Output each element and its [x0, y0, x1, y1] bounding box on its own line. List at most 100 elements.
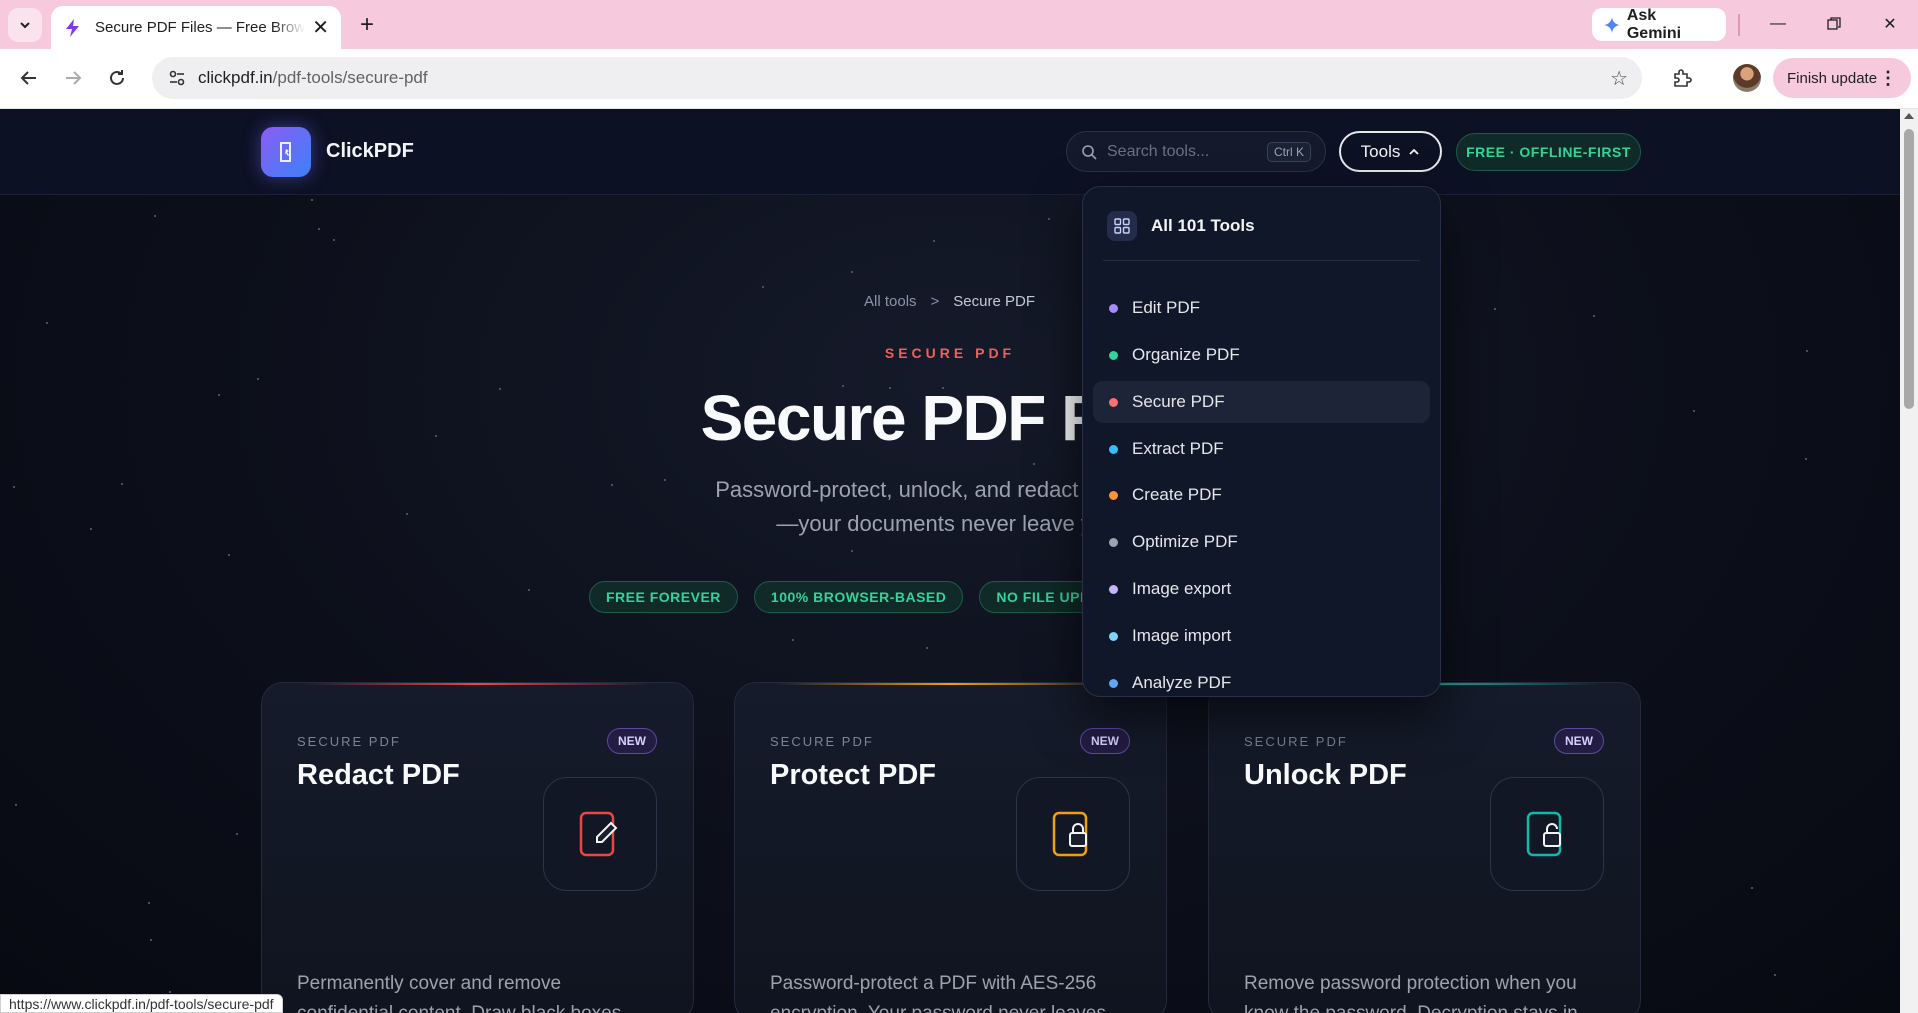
bookmark-star-icon[interactable]: ☆ [1610, 66, 1628, 91]
logo-wordmark[interactable]: ClickPDF [326, 140, 414, 163]
card-category: SECURE PDF [770, 734, 874, 749]
breadcrumb-all-tools[interactable]: All tools [864, 293, 917, 310]
menu-item-analyze-pdf[interactable]: Analyze PDF [1093, 662, 1430, 704]
avatar[interactable] [1733, 64, 1761, 92]
star-dot [333, 239, 335, 241]
menu-item-label: Image export [1132, 579, 1232, 598]
page-scrollbar[interactable] [1900, 109, 1918, 1013]
card-icon-box [543, 777, 657, 891]
breadcrumb: All tools > Secure PDF [864, 293, 1035, 310]
category-dot [1109, 490, 1118, 500]
menu-item-image-export[interactable]: Image export [1093, 568, 1430, 610]
forward-arrow-icon[interactable] [56, 61, 90, 95]
grid-icon [1107, 211, 1137, 241]
star-dot [15, 804, 17, 806]
menu-item-label: Create PDF [1132, 485, 1222, 504]
chevron-down-icon [20, 22, 30, 29]
category-dot [1109, 537, 1118, 547]
url-host: clickpdf.in [198, 68, 273, 87]
search-icon [1082, 144, 1097, 160]
card-accent-line [302, 683, 653, 685]
star-dot [1033, 463, 1035, 465]
tab-strip: Secure PDF Files — Free Browser PDF Tool… [0, 0, 1918, 49]
star-dot [926, 647, 928, 649]
card-description: Permanently cover and remove confidentia… [297, 973, 640, 1013]
restore-icon[interactable] [1814, 8, 1854, 40]
lightning-favicon-icon [66, 18, 79, 37]
tools-label: Tools [1360, 141, 1401, 161]
redact-icon [579, 811, 618, 857]
menu-item-create-pdf[interactable]: Create PDF [1093, 474, 1430, 516]
search-tools-input[interactable]: Search tools... Ctrl K [1066, 131, 1326, 172]
star-dot [148, 902, 150, 904]
menu-item-edit-pdf[interactable]: Edit PDF [1093, 287, 1430, 329]
scroll-up-icon[interactable] [1904, 113, 1914, 119]
page-viewport: ClickPDF Search tools... Ctrl K Tools FR… [0, 109, 1900, 1013]
offline-first-badge: FREE · OFFLINE-FIRST [1456, 133, 1641, 171]
star-dot [1494, 308, 1496, 310]
menu-item-image-import[interactable]: Image import [1093, 615, 1430, 657]
reload-icon[interactable] [100, 61, 134, 95]
extensions-puzzle-icon[interactable] [1665, 61, 1699, 95]
card-accent-line [775, 683, 1126, 685]
card-category: SECURE PDF [297, 734, 401, 749]
tab-search-button[interactable] [8, 8, 42, 42]
menu-item-label: Secure PDF [1132, 392, 1225, 411]
minimize-icon[interactable]: — [1758, 8, 1798, 40]
star-dot [150, 939, 152, 941]
menu-item-label: Edit PDF [1132, 298, 1201, 317]
star-dot [228, 554, 230, 556]
star-dot [236, 833, 238, 835]
star-dot [311, 199, 313, 201]
search-placeholder: Search tools... [1107, 142, 1210, 160]
active-tab[interactable]: Secure PDF Files — Free Browser PDF Tool… [51, 6, 341, 49]
card-description: Password-protect a PDF with AES-256 encr… [770, 973, 1106, 1013]
tool-card-redact[interactable]: SECURE PDF NEW Redact PDF Permanently co… [261, 682, 694, 1013]
new-badge: NEW [607, 728, 657, 754]
window-close-icon[interactable]: ✕ [1870, 8, 1910, 40]
lock-icon [1052, 811, 1088, 857]
site-settings-icon[interactable] [166, 67, 188, 89]
divider [1738, 14, 1740, 36]
category-dot [1109, 584, 1118, 594]
gemini-sparkle-icon [1604, 16, 1620, 33]
ask-gemini-button[interactable]: Ask Gemini [1592, 6, 1726, 42]
star-dot [851, 550, 853, 552]
finish-update-button[interactable]: Finish update ⋮ [1773, 58, 1911, 98]
tools-menu-button[interactable]: Tools [1339, 131, 1442, 172]
star-dot [257, 378, 259, 380]
star-dot [1048, 218, 1050, 220]
star-dot [90, 528, 92, 530]
menu-item-label: Analyze PDF [1132, 673, 1232, 692]
back-arrow-icon[interactable] [12, 61, 46, 95]
star-dot [169, 991, 171, 993]
star-dot [121, 483, 123, 485]
ask-gemini-label: Ask Gemini [1626, 6, 1682, 42]
new-badge: NEW [1554, 728, 1604, 754]
star-dot [154, 215, 156, 217]
menu-item-all-tools[interactable]: All 101 Tools [1107, 209, 1420, 243]
card-title: Unlock PDF [1244, 759, 1407, 791]
card-description: Remove password protection when you know… [1244, 973, 1578, 1013]
clickpdf-logo[interactable] [261, 127, 311, 177]
menu-item-secure-pdf[interactable]: Secure PDF [1093, 381, 1430, 423]
all-tools-label: All 101 Tools [1151, 216, 1255, 235]
menu-item-organize-pdf[interactable]: Organize PDF [1093, 334, 1430, 376]
scroll-thumb[interactable] [1904, 129, 1914, 409]
category-dot [1109, 631, 1118, 641]
menu-item-optimize-pdf[interactable]: Optimize PDF [1093, 521, 1430, 563]
menu-item-extract-pdf[interactable]: Extract PDF [1093, 428, 1430, 470]
menu-item-label: Extract PDF [1132, 439, 1224, 458]
close-icon[interactable]: ✕ [312, 18, 329, 38]
menu-item-label: Optimize PDF [1132, 532, 1238, 551]
tool-card-unlock[interactable]: SECURE PDF NEW Unlock PDF Remove passwor… [1208, 682, 1641, 1013]
category-dot [1109, 444, 1118, 454]
site-header: ClickPDF Search tools... Ctrl K Tools FR… [0, 109, 1900, 195]
new-tab-button[interactable]: + [352, 10, 382, 40]
star-dot [762, 286, 764, 288]
address-bar[interactable]: clickpdf.in/pdf-tools/secure-pdf ☆ [152, 57, 1642, 99]
star-dot [318, 228, 320, 230]
pointer-click-icon [280, 142, 291, 162]
menu-item-label: Organize PDF [1132, 345, 1240, 364]
tool-card-protect[interactable]: SECURE PDF NEW Protect PDF Password-prot… [734, 682, 1167, 1013]
